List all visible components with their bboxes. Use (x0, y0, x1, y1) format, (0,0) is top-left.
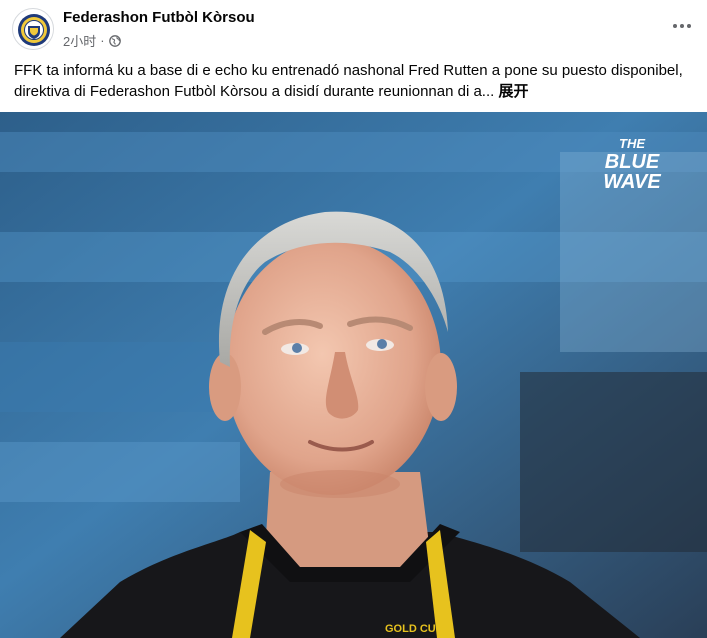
watermark-line3: WAVE (603, 171, 661, 193)
lanyard-text: GOLD CUP (385, 623, 443, 635)
facebook-post: Federashon Futbòl Kòrsou 2小时 · FFK ta in… (0, 0, 707, 638)
watermark-line2: BLUE (605, 151, 660, 173)
post-photo[interactable]: THE BLUE WAVE GOLD CUP (0, 112, 707, 638)
globe-icon[interactable] (108, 34, 121, 47)
post-meta: 2小时 · (63, 31, 121, 50)
post-timestamp[interactable]: 2小时 (63, 31, 96, 50)
post-header: Federashon Futbòl Kòrsou 2小时 · (0, 0, 707, 58)
post-body-text: FFK ta informá ku a base di e echo ku en… (14, 62, 683, 100)
watermark-line1: THE (619, 136, 645, 151)
meta-separator: · (100, 33, 105, 48)
more-options-icon[interactable] (667, 11, 697, 41)
ffk-crest-logo (15, 11, 53, 49)
post-text: FFK ta informá ku a base di e echo ku en… (14, 60, 694, 102)
see-more-link[interactable]: 展开 (498, 83, 528, 100)
photo-illustration: THE BLUE WAVE GOLD CUP (0, 112, 707, 638)
page-avatar[interactable] (12, 8, 54, 50)
page-name-link[interactable]: Federashon Futbòl Kòrsou (63, 9, 255, 26)
